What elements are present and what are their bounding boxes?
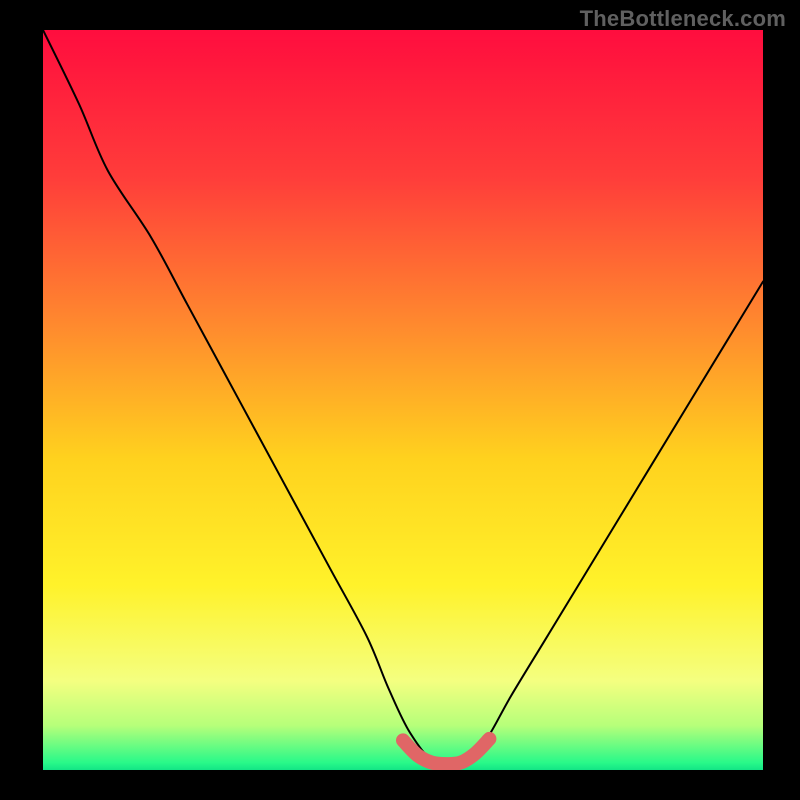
plot-area (43, 30, 763, 770)
chart-frame: TheBottleneck.com (0, 0, 800, 800)
gradient-background (43, 30, 763, 770)
watermark-text: TheBottleneck.com (580, 6, 786, 32)
bottleneck-chart (43, 30, 763, 770)
